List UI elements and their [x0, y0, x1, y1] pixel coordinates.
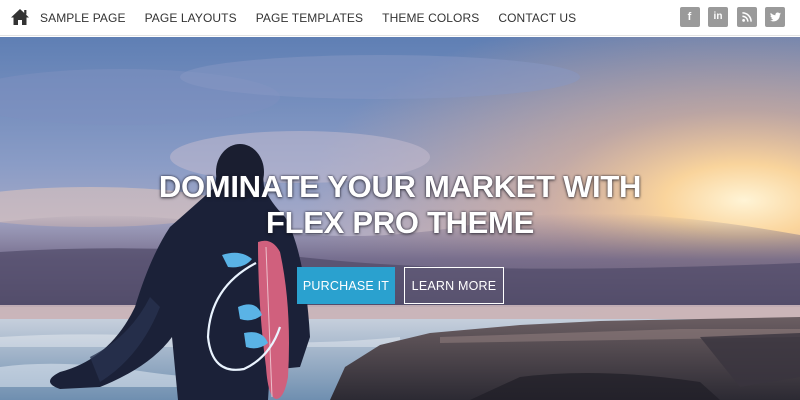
- primary-menu: SAMPLE PAGE PAGE LAYOUTS PAGE TEMPLATES …: [40, 0, 595, 36]
- hero-headline: DOMINATE YOUR MARKET WITH FLEX PRO THEME: [0, 169, 800, 241]
- hero-headline-line-2: FLEX PRO THEME: [266, 205, 534, 240]
- rss-icon[interactable]: [736, 7, 757, 27]
- nav-item-sample-page[interactable]: SAMPLE PAGE: [40, 11, 126, 25]
- nav-item-contact-us[interactable]: CONTACT US: [498, 11, 576, 25]
- linkedin-icon[interactable]: in: [708, 7, 728, 27]
- nav-item-page-layouts[interactable]: PAGE LAYOUTS: [145, 11, 237, 25]
- nav-item-theme-colors[interactable]: THEME COLORS: [382, 11, 479, 25]
- twitter-icon[interactable]: [765, 7, 785, 27]
- nav-item-page-templates[interactable]: PAGE TEMPLATES: [256, 11, 363, 25]
- purchase-it-button[interactable]: PURCHASE IT: [297, 267, 395, 304]
- hero-banner: DOMINATE YOUR MARKET WITH FLEX PRO THEME…: [0, 37, 800, 400]
- home-icon[interactable]: [10, 7, 30, 27]
- learn-more-button[interactable]: LEARN MORE: [404, 267, 504, 304]
- facebook-icon[interactable]: f: [679, 7, 700, 27]
- top-navigation-bar: SAMPLE PAGE PAGE LAYOUTS PAGE TEMPLATES …: [0, 0, 800, 36]
- social-links: f in: [671, 7, 785, 27]
- hero-headline-line-1: DOMINATE YOUR MARKET WITH: [158, 169, 642, 204]
